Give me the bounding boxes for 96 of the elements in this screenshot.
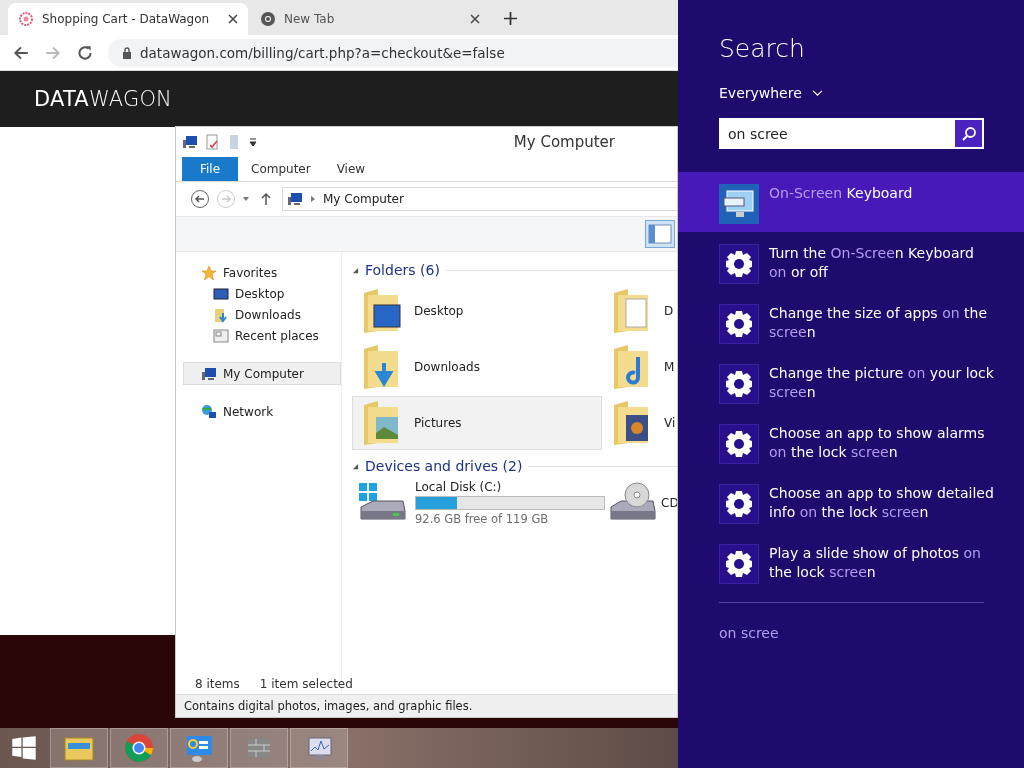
taskbar-button[interactable] [50, 728, 108, 768]
nav-item[interactable]: Downloads [183, 304, 341, 325]
address-text: My Computer [323, 192, 404, 206]
result-title: Change the picture on your lock screen [769, 364, 994, 402]
url-text: datawagon.com/billing/cart.php?a=checkout&e=false [140, 44, 505, 61]
tab-title: Shopping Cart - DataWagon [42, 12, 211, 26]
monitor-icon [213, 285, 229, 302]
selection-count: 1 item selected [259, 677, 353, 691]
collapse-icon[interactable] [352, 266, 359, 274]
search-result[interactable]: Choose an app to show alarms on the lock screen [678, 412, 1024, 472]
close-icon[interactable] [228, 14, 238, 24]
folder-item[interactable]: Pictures [352, 396, 602, 450]
file-tab[interactable]: File [182, 157, 238, 181]
search-result[interactable]: Change the size of apps on the screen [678, 292, 1024, 352]
details-text: Contains digital photos, images, and graphic files. [184, 699, 473, 713]
item-count: 8 items [195, 677, 240, 691]
preview-pane-icon[interactable] [645, 220, 675, 248]
search-result[interactable]: Play a slide show of photos on the lock screen [678, 532, 1024, 592]
computer-icon[interactable] [182, 134, 198, 150]
control-panel-icon [184, 733, 214, 763]
browser-tab[interactable]: New Tab [250, 3, 490, 35]
computer-icon [287, 191, 303, 207]
collapse-icon[interactable] [352, 462, 359, 470]
drive-item[interactable]: Local Disk (C:) 92.6 GB free of 119 GB [352, 480, 602, 526]
nav-item[interactable]: Network [183, 401, 341, 422]
close-icon[interactable] [470, 14, 480, 24]
settings-icon [719, 484, 759, 524]
globe-network-icon [201, 403, 217, 420]
search-title: Search [719, 34, 806, 63]
chevron-down-icon [811, 89, 823, 97]
new-tab-icon[interactable] [504, 12, 517, 25]
folder-name: M [664, 360, 675, 374]
reload-icon[interactable] [76, 43, 94, 62]
keyboard-monitor-icon [719, 184, 759, 224]
taskbar-button[interactable] [290, 728, 348, 768]
folder-item[interactable]: Desktop [352, 284, 602, 338]
up-arrow-icon[interactable] [260, 192, 272, 206]
drive-name: Local Disk (C:) [415, 480, 503, 494]
settings-icon [719, 364, 759, 404]
result-title: Play a slide show of photos on the lock screen [769, 544, 982, 582]
settings-icon [719, 304, 759, 344]
recent-places-icon [213, 327, 229, 344]
folder-item[interactable]: Vi [602, 396, 677, 450]
ribbon-tab[interactable]: View [323, 157, 379, 181]
search-icon [960, 125, 977, 142]
scope-dropdown[interactable]: Everywhere [719, 85, 823, 101]
search-result[interactable]: Change the picture on your lock screen [678, 352, 1024, 412]
result-title: Choose an app to show alarms on the lock screen [769, 424, 986, 462]
properties-icon[interactable] [204, 134, 220, 150]
search-suggestion[interactable]: on scree [719, 625, 1024, 641]
folder-name: Pictures [414, 416, 462, 430]
result-title: Choose an app to show detailed info on the lock screen [769, 484, 994, 522]
folder-item[interactable]: Downloads [352, 340, 602, 394]
computer-icon [201, 365, 217, 382]
folder-item[interactable]: M [602, 340, 677, 394]
settings-icon [719, 544, 759, 584]
window-title: My Computer [513, 133, 615, 151]
flower-icon [18, 11, 34, 27]
free-space-text: 92.6 GB free of 119 GB [415, 512, 550, 526]
group-heading[interactable]: Devices and drives (2) [365, 458, 523, 474]
group-heading[interactable]: Folders (6) [365, 262, 440, 278]
nav-item[interactable]: Desktop [183, 283, 341, 304]
windows-logo-icon [11, 735, 37, 761]
chevron-icon [309, 195, 317, 203]
nav-item[interactable]: My Computer [183, 362, 341, 385]
folder-name: Downloads [414, 360, 480, 374]
folder-item[interactable]: D [602, 284, 677, 338]
browser-logo-icon [260, 11, 276, 27]
settings-icon [719, 244, 759, 284]
result-title: On-Screen Keyboard [769, 184, 913, 203]
tab-title: New Tab [284, 12, 336, 26]
folder-name: Vi [664, 416, 676, 430]
folder-name: D [664, 304, 674, 318]
url-field[interactable]: datawagon.com/billing/cart.php?a=checkout&e=false [108, 38, 680, 67]
taskbar-button[interactable] [170, 728, 228, 768]
settings-icon [719, 424, 759, 464]
result-title: Change the size of apps on the screen [769, 304, 988, 342]
star-icon [201, 264, 217, 281]
dropdown-icon[interactable] [248, 137, 258, 147]
nav-item[interactable]: Recent places [183, 325, 341, 346]
search-field[interactable]: on scree [719, 118, 953, 149]
folder-name: Desktop [414, 304, 464, 318]
address-bar[interactable]: My Computer [282, 187, 677, 211]
search-result[interactable]: Turn the On-Screen Keyboard on or off [678, 232, 1024, 292]
site-logo[interactable]: DATAWAGON [34, 87, 173, 111]
ribbon-tab[interactable]: Computer [238, 157, 324, 181]
download-folder-icon [213, 306, 229, 323]
lock-icon [122, 46, 132, 59]
caret-icon[interactable] [242, 195, 250, 203]
result-title: Turn the On-Screen Keyboard on or off [769, 244, 975, 282]
browser-logo-icon [124, 733, 154, 763]
search-result[interactable]: On-Screen Keyboard [678, 172, 1024, 232]
search-result[interactable]: Choose an app to show detailed info on the lock screen [678, 472, 1024, 532]
browser-tab[interactable]: Shopping Cart - DataWagon [8, 3, 248, 35]
search-button[interactable] [953, 118, 984, 149]
nav-item[interactable]: Favorites [183, 262, 341, 283]
